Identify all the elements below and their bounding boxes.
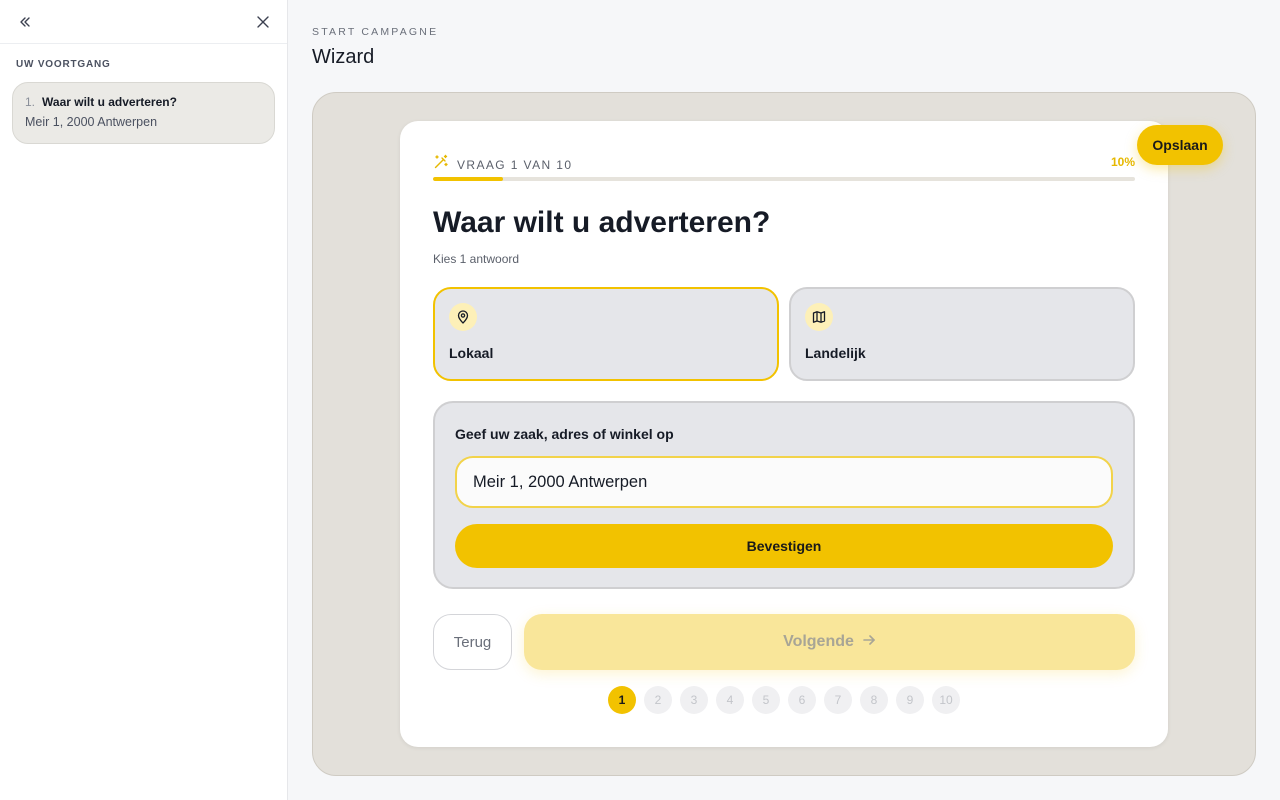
close-icon[interactable] — [253, 12, 273, 32]
progress-item[interactable]: 1. Waar wilt u adverteren? Meir 1, 2000 … — [12, 82, 275, 144]
back-button[interactable]: Terug — [433, 614, 512, 670]
next-button-label: Volgende — [783, 633, 854, 650]
page-eyebrow: START CAMPAGNE — [312, 26, 439, 38]
step-dot[interactable]: 3 — [680, 686, 708, 714]
progress-heading: UW VOORTGANG — [16, 59, 111, 70]
address-panel: Geef uw zaak, adres of winkel op Bevesti… — [433, 401, 1135, 589]
option-label: Landelijk — [805, 345, 866, 361]
page-title: Wizard — [312, 46, 375, 68]
map-icon — [805, 303, 833, 331]
option-landelijk[interactable]: Landelijk — [789, 287, 1135, 381]
sidebar: UW VOORTGANG 1. Waar wilt u adverteren? … — [0, 0, 288, 800]
question-hint: Kies 1 antwoord — [433, 252, 520, 266]
arrow-right-icon — [862, 633, 876, 652]
question-title: Waar wilt u adverteren? — [433, 206, 771, 239]
confirm-button[interactable]: Bevestigen — [455, 524, 1113, 568]
collapse-sidebar-icon[interactable] — [15, 12, 35, 32]
progress-bar-fill — [433, 177, 504, 181]
step-dot[interactable]: 4 — [716, 686, 744, 714]
magic-wand-icon — [433, 154, 449, 175]
progress-item-title: Waar wilt u adverteren? — [42, 95, 177, 109]
step-dot[interactable]: 1 — [608, 686, 636, 714]
save-button[interactable]: Opslaan — [1137, 125, 1223, 165]
progress-item-number: 1. — [25, 95, 36, 109]
step-dot[interactable]: 7 — [824, 686, 852, 714]
step-label: VRAAG 1 VAN 10 — [457, 157, 573, 172]
next-button[interactable]: Volgende — [524, 614, 1135, 670]
option-label: Lokaal — [449, 345, 494, 361]
step-pagination: 1 2 3 4 5 6 7 8 9 10 — [608, 686, 960, 714]
address-input[interactable] — [455, 456, 1113, 508]
step-dot[interactable]: 6 — [788, 686, 816, 714]
option-lokaal[interactable]: Lokaal — [433, 287, 779, 381]
sidebar-header — [0, 0, 287, 44]
step-dot[interactable]: 2 — [644, 686, 672, 714]
address-label: Geef uw zaak, adres of winkel op — [455, 426, 674, 442]
step-dot[interactable]: 9 — [896, 686, 924, 714]
progress-percentage: 10% — [1110, 155, 1135, 169]
step-dot[interactable]: 5 — [752, 686, 780, 714]
step-indicator: VRAAG 1 VAN 10 — [433, 154, 572, 175]
progress-item-answer: Meir 1, 2000 Antwerpen — [25, 115, 158, 129]
progress-bar — [433, 177, 1135, 181]
step-dot[interactable]: 8 — [860, 686, 888, 714]
step-dot[interactable]: 10 — [932, 686, 960, 714]
map-pin-icon — [449, 303, 477, 331]
